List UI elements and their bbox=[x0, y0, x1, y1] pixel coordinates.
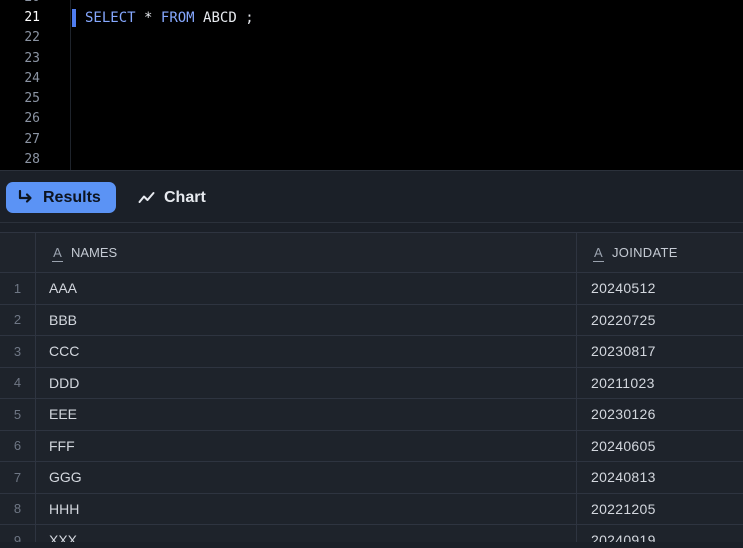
row-index: 8 bbox=[0, 493, 36, 524]
row-index: 6 bbox=[0, 430, 36, 461]
cell-names[interactable]: GGG bbox=[36, 462, 577, 493]
table-name-token: ABCD bbox=[203, 10, 237, 26]
row-index: 9 bbox=[0, 525, 36, 542]
cell-names[interactable]: DDD bbox=[36, 367, 577, 398]
tab-chart[interactable]: Chart bbox=[130, 182, 220, 213]
row-index: 3 bbox=[0, 336, 36, 367]
row-index: 5 bbox=[0, 399, 36, 430]
line-chart-icon bbox=[138, 192, 155, 203]
return-arrow-icon bbox=[18, 190, 32, 203]
cell-names[interactable]: EEE bbox=[36, 399, 577, 430]
cell-names[interactable]: CCC bbox=[36, 336, 577, 367]
sql-editor[interactable]: 20 21 22 23 24 25 26 27 28 SELECT * FROM… bbox=[0, 0, 743, 170]
cell-names[interactable]: BBB bbox=[36, 304, 577, 335]
text-type-icon: A bbox=[52, 244, 63, 262]
keyword-select: SELECT bbox=[85, 10, 136, 26]
active-line-marker bbox=[72, 9, 76, 27]
tab-results-label: Results bbox=[43, 188, 101, 206]
column-header-names[interactable]: A NAMES bbox=[36, 233, 577, 272]
cell-names[interactable]: FFF bbox=[36, 430, 577, 461]
cell-joindate[interactable]: 20230817 bbox=[577, 336, 743, 367]
line-number-active: 21 bbox=[24, 10, 40, 25]
table-row[interactable]: 6 FFF 20240605 bbox=[0, 430, 743, 462]
tab-chart-label: Chart bbox=[164, 188, 206, 206]
cell-joindate[interactable]: 20220725 bbox=[577, 305, 743, 336]
line-number-gutter: 20 21 22 23 24 25 26 27 28 bbox=[0, 0, 71, 170]
table-row[interactable]: 5 EEE 20230126 bbox=[0, 399, 743, 431]
keyword-from: FROM bbox=[160, 10, 195, 26]
table-row[interactable]: 4 DDD 20211023 bbox=[0, 367, 743, 399]
cell-joindate[interactable]: 20221205 bbox=[577, 494, 743, 525]
column-header-label: NAMES bbox=[71, 245, 118, 260]
table-row[interactable]: 1 AAA 20240512 bbox=[0, 273, 743, 305]
cell-joindate[interactable]: 20240813 bbox=[577, 462, 743, 493]
line-number: 26 bbox=[24, 111, 40, 126]
grid-header-row: A NAMES A JOINDATE bbox=[0, 233, 743, 273]
row-index-header bbox=[0, 233, 36, 272]
code-line-active[interactable]: SELECT * FROM ABCD ; bbox=[72, 8, 254, 28]
table-row[interactable]: 9 XXX 20240919 bbox=[0, 525, 743, 542]
row-index: 2 bbox=[0, 304, 36, 335]
bottom-edge bbox=[0, 542, 743, 548]
line-number: 27 bbox=[24, 131, 40, 147]
semicolon-token: ; bbox=[245, 10, 254, 26]
table-row[interactable]: 2 BBB 20220725 bbox=[0, 304, 743, 336]
star-token: * bbox=[144, 10, 153, 26]
results-grid[interactable]: A NAMES A JOINDATE 1 AAA 20240512 2 BBB … bbox=[0, 232, 743, 542]
table-row[interactable]: 8 HHH 20221205 bbox=[0, 493, 743, 525]
cell-joindate[interactable]: 20240605 bbox=[577, 431, 743, 462]
column-header-label: JOINDATE bbox=[612, 245, 678, 260]
tab-results[interactable]: Results bbox=[6, 182, 116, 213]
table-row[interactable]: 7 GGG 20240813 bbox=[0, 462, 743, 494]
line-number: 20 bbox=[0, 0, 40, 8]
row-index: 7 bbox=[0, 462, 36, 493]
cell-joindate[interactable]: 20240512 bbox=[577, 273, 743, 304]
cell-names[interactable]: HHH bbox=[36, 493, 577, 524]
row-index: 4 bbox=[0, 367, 36, 398]
line-number: 28 bbox=[24, 152, 40, 167]
row-index: 1 bbox=[0, 273, 36, 304]
results-tab-bar: Results Chart bbox=[0, 170, 743, 223]
table-row[interactable]: 3 CCC 20230817 bbox=[0, 336, 743, 368]
column-header-joindate[interactable]: A JOINDATE bbox=[577, 233, 743, 272]
cell-names[interactable]: AAA bbox=[36, 273, 577, 304]
cell-joindate[interactable]: 20211023 bbox=[577, 368, 743, 399]
line-number: 23 bbox=[24, 50, 40, 66]
sql-statement[interactable]: SELECT * FROM ABCD ; bbox=[85, 8, 254, 28]
line-number: 22 bbox=[24, 30, 40, 45]
cell-joindate[interactable]: 20230126 bbox=[577, 399, 743, 430]
cell-joindate[interactable]: 20240919 bbox=[577, 525, 743, 542]
line-number: 25 bbox=[24, 91, 40, 106]
text-type-icon: A bbox=[593, 244, 604, 262]
line-number: 24 bbox=[24, 71, 40, 86]
cell-names[interactable]: XXX bbox=[36, 525, 577, 542]
